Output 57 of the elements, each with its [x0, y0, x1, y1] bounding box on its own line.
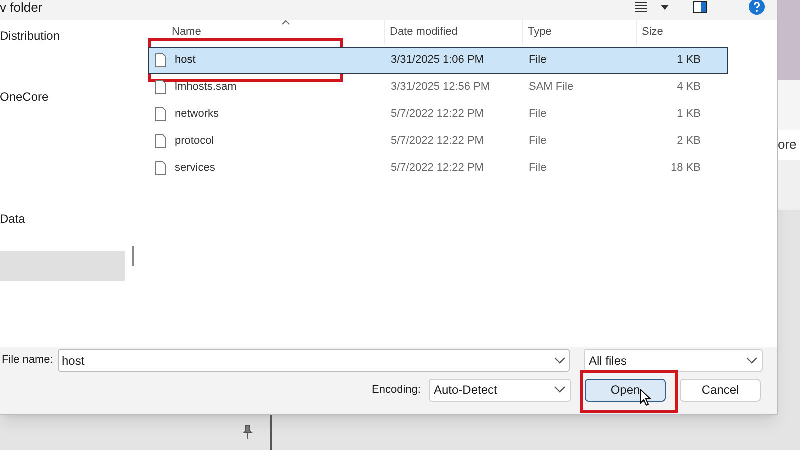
mouse-pointer-icon — [640, 388, 652, 406]
file-row[interactable]: networks 5/7/2022 12:22 PM File 1 KB — [148, 101, 728, 128]
file-row[interactable]: services 5/7/2022 12:22 PM File 18 KB — [148, 155, 728, 182]
nav-item[interactable]: Distribution — [0, 21, 125, 51]
preview-pane-icon[interactable] — [693, 1, 707, 13]
breadcrumb-text: v folder — [0, 0, 43, 18]
file-icon — [155, 134, 167, 149]
column-header[interactable]: Type — [523, 20, 637, 45]
file-icon — [155, 80, 167, 95]
column-header[interactable]: Size — [637, 20, 704, 45]
sort-caret-icon — [282, 20, 290, 25]
file-icon — [155, 53, 167, 68]
file-name-label: File name: — [1, 353, 54, 368]
file-name-field[interactable]: host — [58, 349, 570, 372]
size-cell-text: 1 KB — [676, 107, 702, 122]
chevron-down-icon — [746, 356, 758, 364]
size-cell-text: 1 KB — [676, 53, 702, 68]
dialog-button[interactable]: Cancel — [680, 378, 761, 402]
dialog-button[interactable]: Open — [585, 378, 666, 402]
file-name: lmhosts.sam — [175, 80, 237, 96]
type-cell-text: SAM File — [528, 80, 575, 96]
file-type-dropdown[interactable]: All files — [584, 349, 763, 372]
type-cell-text: File — [528, 161, 548, 176]
size-cell-text: 2 KB — [676, 134, 702, 150]
chevron-down-icon — [554, 356, 566, 364]
file-row[interactable]: lmhosts.sam 3/31/2025 12:56 PM SAM File 4 KB — [148, 74, 728, 101]
date-cell-text: 3/31/2025 1:06 PM — [390, 53, 485, 68]
encoding-dropdown[interactable]: Auto-Detect — [429, 378, 571, 402]
file-name: networks — [175, 107, 220, 122]
list-view-icon[interactable] — [635, 2, 647, 12]
file-name: services — [175, 161, 216, 176]
nav-item[interactable]: Data — [0, 204, 125, 234]
file-icon — [155, 161, 167, 176]
help-icon[interactable] — [749, 0, 765, 15]
file-name: host — [175, 53, 196, 68]
date-cell-text: 3/31/2025 12:56 PM — [390, 80, 492, 96]
size-cell-text: 18 KB — [670, 161, 702, 176]
chevron-down-icon — [554, 386, 566, 394]
date-cell-text: 5/7/2022 12:22 PM — [390, 134, 485, 150]
file-icon — [155, 107, 167, 122]
type-cell-text: File — [528, 107, 548, 122]
nav-item[interactable]: OneCore — [0, 82, 125, 112]
encoding-label: Encoding: — [372, 382, 422, 398]
size-cell-text: 4 KB — [676, 80, 702, 96]
column-header[interactable]: Name — [148, 20, 385, 45]
background-text: ore — [778, 130, 800, 160]
date-cell-text: 5/7/2022 12:22 PM — [390, 161, 485, 176]
type-cell-text: File — [528, 53, 548, 68]
file-row[interactable]: host 3/31/2025 1:06 PM File 1 KB — [148, 47, 728, 74]
date-cell-text: 5/7/2022 12:22 PM — [390, 107, 485, 122]
type-cell-text: File — [528, 134, 548, 150]
column-header[interactable]: Date modified — [385, 20, 523, 45]
file-row[interactable]: protocol 5/7/2022 12:22 PM File 2 KB — [148, 128, 728, 155]
pin-icon — [243, 425, 253, 439]
caret-icon[interactable] — [661, 4, 669, 10]
scrollbar-thumb[interactable] — [132, 246, 134, 266]
file-name: protocol — [175, 134, 214, 150]
